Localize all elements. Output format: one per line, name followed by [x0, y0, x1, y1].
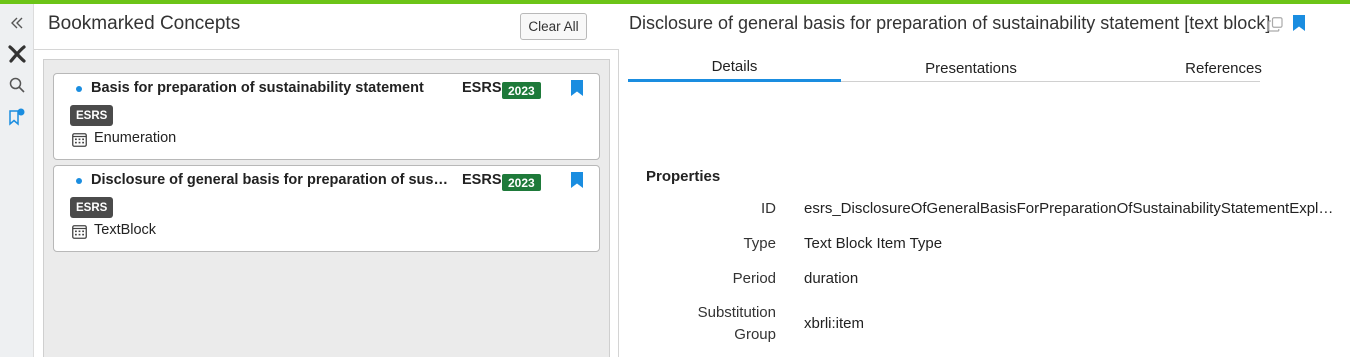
search-icon[interactable]	[0, 72, 34, 98]
property-value-substitution-group: xbrli:item	[804, 315, 865, 332]
bookmarks-title: Bookmarked Concepts	[48, 13, 241, 34]
bookmark-filled-icon[interactable]	[1292, 15, 1306, 37]
clear-all-button[interactable]: Clear All	[520, 13, 587, 40]
bookmark-filled-icon[interactable]	[570, 80, 584, 102]
property-value-id: esrs_DisclosureOfGeneralBasisForPreparat…	[804, 200, 1334, 217]
property-value-period: duration	[804, 270, 859, 287]
concept-type: TextBlock	[94, 222, 157, 238]
properties-heading: Properties	[646, 168, 721, 185]
taxonomy-tag: ESRS	[70, 197, 114, 218]
collapse-icon[interactable]	[0, 10, 34, 36]
property-label-type: Type	[743, 235, 776, 252]
bookmark-list: Basis for preparation of sustainability …	[43, 59, 610, 357]
taxonomy-tag: ESRS	[70, 105, 114, 126]
bookmarks-nav-icon[interactable]	[0, 104, 34, 130]
left-rail	[0, 4, 34, 357]
bookmark-card[interactable]: Disclosure of general basis for preparat…	[53, 165, 600, 252]
concept-title: Disclosure of general basis for preparat…	[629, 13, 1271, 33]
taxonomy-label: ESRS	[462, 80, 502, 96]
property-label-substitution-group: Substitution Group	[697, 304, 776, 343]
property-label-id: ID	[761, 200, 776, 217]
calendar-grid-icon	[72, 132, 87, 152]
bookmarks-header: Bookmarked Concepts Clear All	[34, 4, 619, 50]
tab-references[interactable]: References	[1101, 54, 1346, 82]
tab-presentations[interactable]: Presentations	[841, 54, 1101, 82]
taxonomy-label: ESRS	[462, 172, 502, 188]
year-badge: 2023	[502, 174, 541, 191]
bookmark-card[interactable]: Basis for preparation of sustainability …	[53, 73, 600, 160]
concept-name[interactable]: Basis for preparation of sustainability …	[91, 80, 451, 96]
bullet-dot	[76, 86, 82, 92]
property-value-type: Text Block Item Type	[804, 235, 943, 252]
tab-details[interactable]: Details	[628, 54, 841, 82]
concept-name[interactable]: Disclosure of general basis for preparat…	[91, 172, 451, 188]
copy-icon[interactable]	[1268, 17, 1283, 37]
bullet-dot	[76, 178, 82, 184]
year-badge: 2023	[502, 82, 541, 99]
detail-tabs: Details Presentations References	[628, 54, 1262, 82]
concept-detail-panel: Disclosure of general basis for preparat…	[620, 4, 1350, 357]
xbrl-x-icon[interactable]	[0, 41, 34, 67]
concept-type: Enumeration	[94, 130, 177, 146]
bookmarks-panel: Bookmarked Concepts Clear All Basis for …	[34, 4, 619, 357]
property-label-period: Period	[732, 270, 776, 287]
calendar-grid-icon	[72, 224, 87, 244]
bookmark-filled-icon[interactable]	[570, 172, 584, 194]
